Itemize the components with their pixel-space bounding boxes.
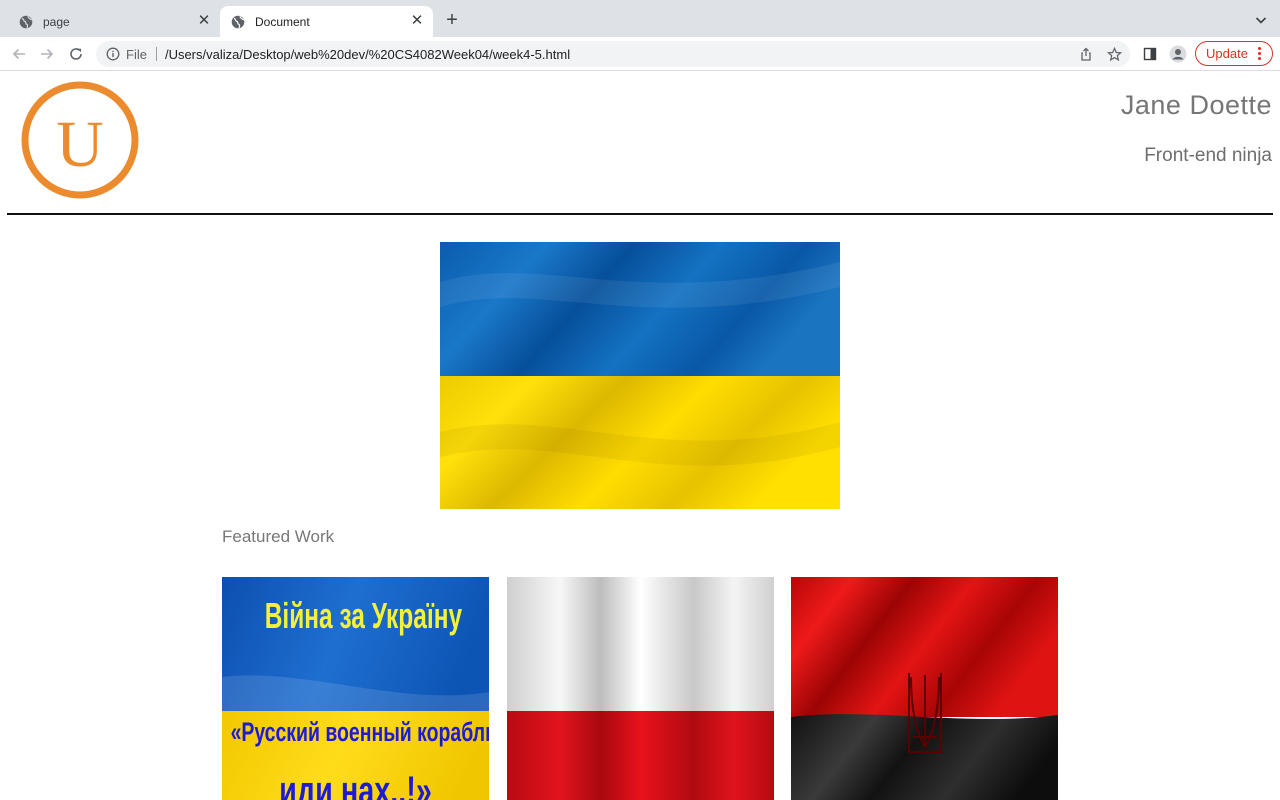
poster-quote-end: иди нах..!» — [279, 769, 432, 800]
address-divider — [155, 47, 157, 61]
poland-flag-image — [507, 577, 774, 800]
more-vertical-icon — [1258, 47, 1262, 60]
forward-arrow-icon[interactable] — [38, 45, 56, 63]
address-bar[interactable]: File /Users/valiza/Desktop/web%20dev/%20… — [96, 41, 1130, 67]
side-panel-icon[interactable] — [1141, 45, 1159, 63]
chevron-down-icon[interactable] — [1254, 13, 1268, 27]
globe-icon — [18, 14, 34, 30]
featured-work-item[interactable] — [507, 577, 774, 800]
header-divider — [7, 213, 1273, 215]
close-icon[interactable]: ✕ — [196, 13, 212, 29]
scheme-label: File — [126, 46, 147, 62]
update-button[interactable]: Update — [1195, 41, 1273, 66]
toolbar: File /Users/valiza/Desktop/web%20dev/%20… — [0, 37, 1280, 71]
tab-title: Document — [255, 14, 310, 29]
profile-avatar-icon[interactable] — [1169, 45, 1187, 63]
featured-work-heading: Featured Work — [222, 527, 335, 546]
poster-headline: Війна за Україну — [264, 595, 463, 636]
url-text[interactable]: /Users/valiza/Desktop/web%20dev/%20CS408… — [165, 47, 570, 62]
red-black-flag-image — [791, 577, 1058, 800]
back-arrow-icon[interactable] — [10, 45, 28, 63]
tab-title: page — [43, 14, 70, 29]
info-icon[interactable] — [106, 47, 120, 61]
web-page: U Jane Doette Front-end ninja Featured W… — [0, 71, 1280, 800]
logo-letter: U — [56, 108, 104, 181]
update-label: Update — [1206, 46, 1248, 61]
featured-work-item[interactable] — [791, 577, 1058, 800]
tab-page[interactable]: page ✕ — [0, 6, 220, 37]
plus-icon[interactable]: + — [443, 10, 461, 30]
share-icon[interactable] — [1077, 45, 1095, 63]
star-icon[interactable] — [1105, 45, 1123, 63]
featured-work-item[interactable]: Війна за Україну «Русский военный корабл… — [222, 577, 489, 800]
ukraine-flag-image — [440, 242, 840, 509]
logo: U — [21, 81, 139, 199]
site-owner-name: Jane Doette — [1120, 90, 1272, 120]
site-tagline: Front-end ninja — [1144, 145, 1272, 166]
reload-icon[interactable] — [67, 45, 85, 63]
tab-document[interactable]: Document ✕ — [220, 6, 433, 37]
close-icon[interactable]: ✕ — [409, 13, 425, 29]
globe-icon — [230, 14, 246, 30]
poster-quote: «Русский военный корабль, — [230, 717, 489, 747]
tab-strip: page ✕ Document ✕ + — [0, 0, 1280, 37]
